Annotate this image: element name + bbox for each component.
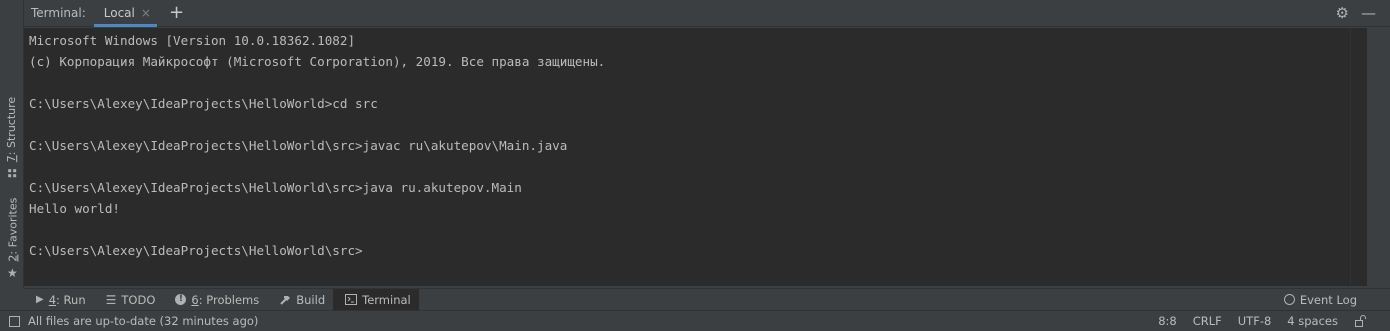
problems-label: : Problems (198, 292, 260, 307)
left-tool-stripe: 7: Structure ★ 2: Favorites (0, 0, 24, 288)
todo-label: TODO (121, 292, 156, 307)
tab-todo[interactable]: ☰ TODO (94, 289, 164, 311)
todo-list-icon: ☰ (105, 292, 117, 307)
caret-position[interactable]: 8:8 (1158, 314, 1177, 328)
tab-build[interactable]: Build (267, 289, 333, 311)
ide-window: 7: Structure ★ 2: Favorites Terminal: Lo… (0, 0, 1390, 331)
file-encoding[interactable]: UTF-8 (1238, 314, 1272, 328)
terminal-line: (c) Корпорация Майкрософт (Microsoft Cor… (29, 54, 606, 69)
structure-tool-button[interactable]: 7: Structure (0, 92, 24, 182)
problems-icon: ! (175, 294, 187, 305)
run-number: 4 (48, 292, 57, 307)
tab-terminal[interactable]: Terminal (333, 288, 419, 311)
hammer-icon (280, 295, 291, 305)
structure-icon (8, 168, 16, 177)
favorites-tool-button[interactable]: ★ 2: Favorites (0, 195, 24, 280)
event-log-label: Event Log (1299, 292, 1357, 307)
indent-setting[interactable]: 4 spaces (1287, 314, 1338, 328)
star-icon: ★ (6, 265, 18, 280)
right-tool-stripe (1367, 28, 1390, 286)
tab-event-log[interactable]: Event Log (1272, 289, 1390, 311)
line-separator[interactable]: CRLF (1193, 314, 1222, 328)
run-label: : Run (56, 292, 86, 307)
terminal-line: C:\Users\Alexey\IdeaProjects\HelloWorld\… (29, 138, 568, 153)
structure-number: 7 (5, 154, 19, 162)
tab-problems[interactable]: ! 6: Problems (163, 289, 267, 311)
favorites-number: 2 (5, 254, 19, 262)
event-log-icon (1283, 294, 1295, 305)
terminal-scrollbar[interactable] (1350, 28, 1367, 286)
hide-icon[interactable]: — (1361, 4, 1376, 22)
run-icon: ▶ (36, 294, 44, 305)
terminal-line: C:\Users\Alexey\IdeaProjects\HelloWorld>… (29, 96, 378, 111)
gear-icon[interactable]: ⚙ (1336, 4, 1349, 22)
close-icon[interactable]: × (141, 4, 151, 20)
tab-local[interactable]: Local × (93, 0, 157, 27)
tab-local-label: Local (103, 5, 135, 20)
problems-number: 6 (191, 292, 199, 307)
tool-window-tabs: ▶ 4: Run ☰ TODO ! 6: Problems Build Term… (24, 288, 1390, 311)
terminal-line: Microsoft Windows [Version 10.0.18362.10… (29, 33, 356, 48)
structure-label: : Structure (5, 96, 19, 155)
status-message: All files are up-to-date (32 minutes ago… (28, 314, 259, 328)
terminal-tab-label: Terminal (362, 292, 411, 307)
status-bar: All files are up-to-date (32 minutes ago… (0, 310, 1390, 331)
header-actions: ⚙ — (1336, 4, 1390, 22)
unlock-icon[interactable] (1354, 315, 1366, 327)
terminal-line: Hello world! (29, 201, 120, 216)
terminal-icon (345, 294, 358, 305)
terminal-output[interactable]: Microsoft Windows [Version 10.0.18362.10… (24, 28, 1350, 286)
tab-run[interactable]: ▶ 4: Run (24, 289, 94, 311)
terminal-line: C:\Users\Alexey\IdeaProjects\HelloWorld\… (29, 180, 522, 195)
terminal-prompt-line: C:\Users\Alexey\IdeaProjects\HelloWorld\… (29, 243, 363, 258)
terminal-title: Terminal: (31, 6, 86, 20)
toggle-tool-windows-icon[interactable] (9, 315, 20, 327)
build-label: Build (296, 292, 326, 307)
add-tab-icon[interactable]: + (169, 4, 184, 22)
terminal-header: Terminal: Local × + ⚙ — (24, 0, 1390, 27)
favorites-label: : Favorites (5, 197, 19, 255)
